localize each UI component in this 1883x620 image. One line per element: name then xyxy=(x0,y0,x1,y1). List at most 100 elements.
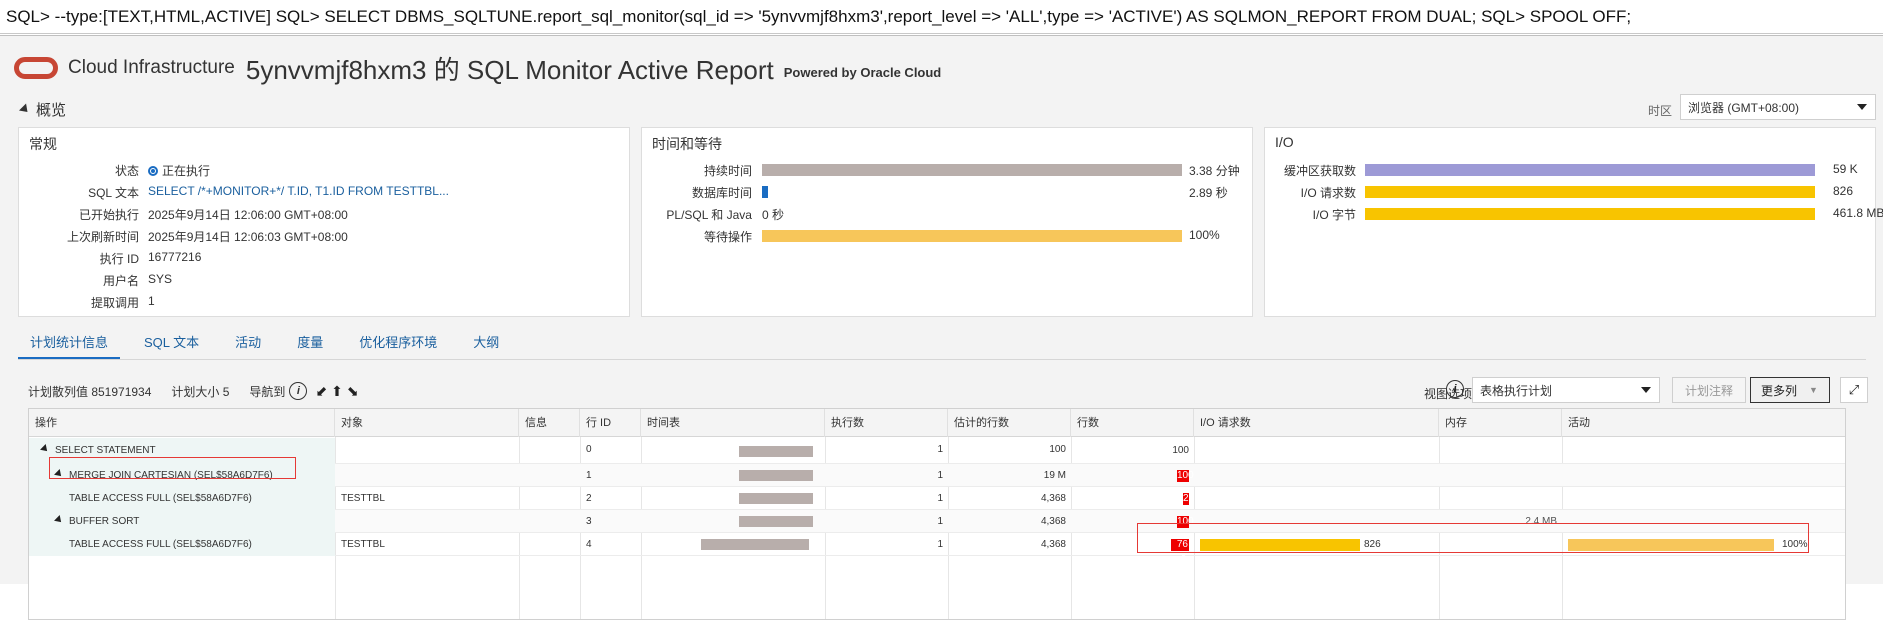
column-header[interactable]: 行 ID xyxy=(580,409,641,437)
operation-name: SELECT STATEMENT xyxy=(55,445,156,456)
collapse-triangle-icon xyxy=(18,103,32,116)
general-key: 执行 ID xyxy=(99,252,139,266)
highlight-box-merge-join xyxy=(49,457,296,479)
navigate-last-icon[interactable]: ⬊ xyxy=(347,383,359,400)
row-id-cell: 2 xyxy=(586,493,592,504)
exec-count-cell: 1 xyxy=(937,539,943,550)
table-row[interactable]: MERGE JOIN CARTESIAN (SEL$58A6D7F6) 1 1 19 … xyxy=(29,464,1845,487)
io-value: 826 xyxy=(1833,184,1854,198)
navigate-first-icon[interactable]: ⬋ xyxy=(315,383,327,400)
row-id-cell: 4 xyxy=(586,539,592,550)
operation-cell[interactable]: TABLE ACCESS FULL (SEL$58A6D7F6) xyxy=(29,487,335,510)
estimated-rows-cell: 100 xyxy=(1049,444,1066,455)
plan-hash-value: 计划散列值 851971934 xyxy=(28,384,152,399)
tab-2[interactable]: 活动 xyxy=(223,332,273,360)
time-wait-key: PL/SQL 和 Java xyxy=(666,208,752,222)
status-text: 正在执行 xyxy=(162,164,211,178)
io-bar xyxy=(1365,208,1815,220)
tab-5[interactable]: 大纲 xyxy=(461,332,511,360)
timezone-select[interactable]: 浏览器 (GMT+08:00) xyxy=(1680,94,1876,120)
general-key: 状态 xyxy=(114,164,139,178)
report-title: 5ynvvmjf8hxm3 的 SQL Monitor Active Repor… xyxy=(245,54,774,85)
tab-1[interactable]: SQL 文本 xyxy=(132,332,211,360)
time-wait-key: 等待操作 xyxy=(703,230,752,244)
operation-name: TABLE ACCESS FULL (SEL$58A6D7F6) xyxy=(69,493,252,504)
io-panel: I/O 缓冲区获取数 59 K I/O 请求数 826 I/O 字节 461.8 MB xyxy=(1264,127,1883,317)
tab-0[interactable]: 计划统计信息 xyxy=(18,332,121,360)
column-header[interactable]: 活动 xyxy=(1562,409,1845,437)
column-header[interactable]: 内存 xyxy=(1439,409,1562,437)
column-header[interactable]: 信息 xyxy=(519,409,580,437)
exec-count-cell: 1 xyxy=(937,493,943,504)
table-row[interactable]: SELECT STATEMENT 0 1 100 100 xyxy=(29,438,1845,464)
column-header[interactable]: 操作 xyxy=(29,409,335,437)
column-header[interactable]: 执行数 xyxy=(825,409,948,437)
brand-label: Cloud Infrastructure xyxy=(68,57,235,78)
column-header[interactable]: 行数 xyxy=(1071,409,1194,437)
timezone-value: 浏览器 (GMT+08:00) xyxy=(1688,100,1800,115)
general-value: 正在执行 xyxy=(148,162,210,179)
time-wait-bar xyxy=(762,186,768,198)
operation-name: TABLE ACCESS FULL (SEL$58A6D7F6) xyxy=(69,539,252,550)
view-options-info-icon[interactable]: i xyxy=(1446,380,1464,398)
estimated-rows-cell: 4,368 xyxy=(1040,516,1066,527)
navigate-up-icon[interactable]: ⬆ xyxy=(331,383,343,400)
io-panel-title: I/O xyxy=(1275,134,1294,150)
column-header[interactable]: I/O 请求数 xyxy=(1194,409,1439,437)
timeline-bar xyxy=(738,470,813,481)
column-header[interactable]: 估计的行数 xyxy=(948,409,1071,437)
rows-badge: 2 xyxy=(1183,493,1189,505)
object-cell xyxy=(335,438,519,461)
chevron-down-icon xyxy=(1641,387,1651,393)
report-tabs: 计划统计信息 SQL 文本 活动 度量 优化程序环境 大纲 xyxy=(18,332,523,360)
tab-divider xyxy=(18,359,1866,360)
table-row[interactable]: TABLE ACCESS FULL (SEL$58A6D7F6) TESTTBL 2… xyxy=(29,487,1845,510)
highlight-box-table-access xyxy=(1137,523,1809,553)
column-header[interactable]: 对象 xyxy=(335,409,519,437)
expand-fullscreen-button[interactable]: ⤢ xyxy=(1840,377,1868,403)
report-header: Cloud Infrastructure 5ynvvmjf8hxm3 的 SQL… xyxy=(14,50,941,86)
expand-triangle-icon[interactable] xyxy=(54,515,64,525)
operation-cell[interactable]: BUFFER SORT xyxy=(29,510,335,533)
operation-cell[interactable]: TABLE ACCESS FULL (SEL$58A6D7F6) xyxy=(29,533,335,556)
general-key: SQL 文本 xyxy=(88,186,139,200)
time-wait-value: 100% xyxy=(1189,228,1220,242)
tab-3[interactable]: 度量 xyxy=(285,332,335,360)
operation-name: BUFFER SORT xyxy=(69,516,140,527)
general-value: 1 xyxy=(148,294,155,308)
sqlplus-command-line: SQL> --type:[TEXT,HTML,ACTIVE] SQL> SELE… xyxy=(0,0,1883,34)
timeline-bar xyxy=(738,446,813,457)
view-mode-select[interactable]: 表格执行计划 xyxy=(1472,377,1660,403)
time-wait-bar xyxy=(762,230,1182,242)
more-columns-button[interactable]: 更多列 ▼ xyxy=(1750,377,1830,403)
time-wait-bar xyxy=(762,164,1182,176)
navigate-to-label: 导航到 xyxy=(249,384,286,399)
tab-4[interactable]: 优化程序环境 xyxy=(347,332,449,360)
row-id-cell: 1 xyxy=(586,470,592,481)
column-header[interactable]: 时间表 xyxy=(641,409,825,437)
sql-text-link[interactable]: SELECT /*+MONITOR+*/ T.ID, T1.ID FROM TE… xyxy=(148,184,449,198)
general-value: 2025年9月14日 12:06:00 GMT+08:00 xyxy=(148,208,348,222)
time-wait-key: 持续时间 xyxy=(703,164,752,178)
io-bar xyxy=(1365,186,1815,198)
general-value: SYS xyxy=(148,272,173,286)
row-id-cell: 3 xyxy=(586,516,592,527)
object-cell: TESTTBL xyxy=(341,539,385,550)
general-key: 已开始执行 xyxy=(78,208,139,222)
time-wait-value: 0 秒 xyxy=(762,208,785,222)
status-running-icon xyxy=(148,166,158,176)
expand-triangle-icon[interactable] xyxy=(40,444,50,454)
rows-badge: 100 xyxy=(1177,470,1194,482)
exec-count-cell: 1 xyxy=(937,470,943,481)
time-wait-key: 数据库时间 xyxy=(691,186,752,200)
chevron-down-icon: ▼ xyxy=(1809,385,1818,395)
timezone-label: 时区 xyxy=(1648,104,1673,118)
general-panel-title: 常规 xyxy=(29,136,57,152)
overview-toggle[interactable]: 概览 xyxy=(18,99,66,120)
estimated-rows-cell: 19 M xyxy=(1043,470,1066,481)
time-wait-value: 2.89 秒 xyxy=(1189,186,1228,200)
general-panel: 常规 状态 正在执行 SQL 文本 SELECT /*+MONITOR+*/ T.ID… xyxy=(18,127,630,317)
info-icon[interactable]: i xyxy=(289,382,308,400)
plan-note-button[interactable]: 计划注释 xyxy=(1672,377,1746,403)
plan-toolbar: 计划散列值 851971934 计划大小 5 导航到 i ⬋ ⬆ ⬊ xyxy=(28,382,359,400)
